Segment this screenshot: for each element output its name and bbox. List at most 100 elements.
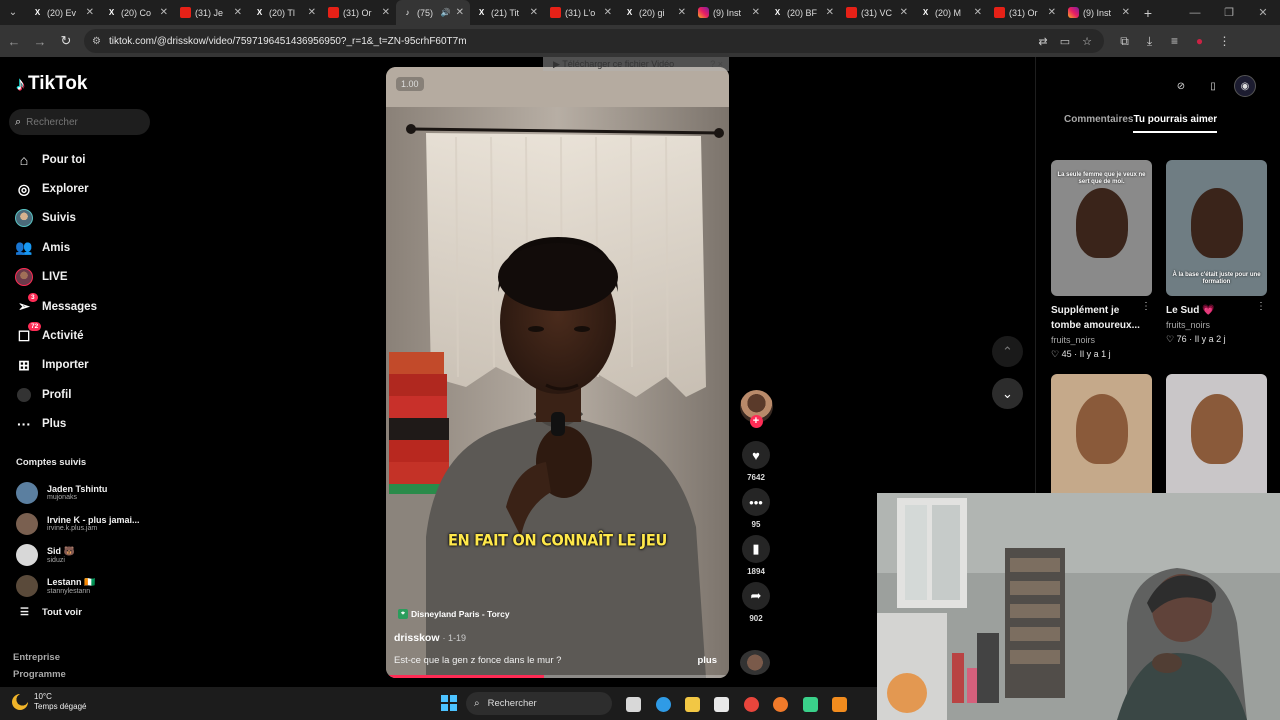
nav-item-profil[interactable]: Profil [14, 380, 97, 409]
card-menu-icon[interactable]: ⋮ [1256, 301, 1266, 312]
footer-link-entreprise[interactable]: Entreprise [13, 649, 66, 666]
new-tab-icon[interactable]: + [1136, 5, 1160, 21]
close-tab-icon[interactable]: ✕ [974, 7, 982, 18]
weather-widget[interactable]: 10°C Temps dégagé [12, 692, 86, 712]
bookmark-icon[interactable]: ▮ [742, 535, 770, 563]
heart-icon[interactable]: ♥ [742, 441, 770, 469]
tab-comments[interactable]: Commentaires [1064, 114, 1133, 133]
close-tab-icon[interactable]: ✕ [1122, 7, 1130, 18]
recommended-video-card[interactable] [1051, 374, 1153, 510]
compass-tool-icon[interactable]: ⊘ [1170, 75, 1192, 97]
browser-tab[interactable]: (9) Inst ✕ [692, 0, 766, 25]
back-icon[interactable]: ← [2, 29, 26, 53]
site-info-icon[interactable]: ⚙ [92, 36, 101, 47]
followed-account[interactable]: Jaden Tshintu mujonaks [16, 477, 140, 508]
browser-tab[interactable]: (31) VC ✕ [840, 0, 914, 25]
comment-action[interactable]: ••• 95 [738, 488, 774, 529]
taskbar-search[interactable]: ⌕ Rechercher [466, 692, 612, 715]
nav-item-messages[interactable]: ➢ 3 Messages [14, 292, 97, 321]
comment-icon[interactable]: ••• [742, 488, 770, 516]
recommended-video-card[interactable] [1166, 374, 1268, 510]
browser-tab[interactable]: X (20) Ev ✕ [26, 0, 100, 25]
video-thumbnail[interactable] [1051, 374, 1152, 510]
profile-icon[interactable]: ● [1187, 34, 1212, 49]
next-video-icon[interactable]: ⌄ [992, 378, 1023, 409]
browser-tab[interactable]: X (20) Co ✕ [100, 0, 174, 25]
footer-link-programme[interactable]: Programme [13, 666, 66, 683]
edge-icon[interactable] [648, 694, 677, 714]
video-player[interactable]: 1.00 EN FAIT ON CONNAÎT LE JEU ⌖ Disneyl… [386, 67, 729, 678]
menu-icon[interactable]: ⋮ [1212, 34, 1237, 49]
close-tab-icon[interactable]: ✕ [900, 7, 908, 18]
close-tab-icon[interactable]: ✕ [530, 7, 538, 18]
more-button[interactable]: plus [697, 655, 717, 666]
device-icon[interactable]: ▯ [1202, 75, 1224, 97]
user-avatar[interactable]: ◉ [1234, 75, 1256, 97]
like-action[interactable]: ♥ 7642 [738, 441, 774, 482]
search-input[interactable] [26, 116, 137, 128]
browser-tab[interactable]: (31) Je ✕ [174, 0, 248, 25]
close-tab-icon[interactable]: ✕ [604, 7, 612, 18]
windows-start-icon[interactable] [441, 695, 457, 711]
browser-tab[interactable]: X (21) Tit ✕ [470, 0, 544, 25]
chrome-icon[interactable] [737, 694, 766, 714]
extensions-icon[interactable]: ⧉ [1112, 34, 1137, 49]
close-tab-icon[interactable]: ✕ [160, 7, 168, 18]
video-author[interactable]: drisskow · 1-19 [394, 632, 466, 644]
search-box[interactable]: ⌕ [9, 109, 150, 135]
share-action[interactable]: ➦ 902 [738, 582, 774, 623]
forward-icon[interactable]: → [28, 29, 52, 53]
browser-tab[interactable]: ♪ (75) 🔊 ✕ [396, 0, 470, 25]
card-username[interactable]: fruits_noirs [1051, 335, 1153, 345]
nav-item-explorer[interactable]: ◎ Explorer [14, 174, 97, 203]
previous-video-icon[interactable]: ⌃ [992, 336, 1023, 367]
video-thumbnail[interactable] [1166, 374, 1267, 510]
tab-search-icon[interactable]: ⌄ [0, 0, 26, 25]
browser-tab[interactable]: (9) Inst ✕ [1062, 0, 1136, 25]
close-tab-icon[interactable]: ✕ [456, 7, 464, 18]
translate-icon[interactable]: ⇄ [1032, 35, 1054, 48]
close-tab-icon[interactable]: ✕ [234, 7, 242, 18]
close-window-icon[interactable]: ✕ [1246, 0, 1280, 25]
browser-tab[interactable]: X (20) gi ✕ [618, 0, 692, 25]
file-explorer-icon[interactable] [678, 694, 707, 714]
video-progress-bar[interactable] [386, 675, 729, 678]
browser-tab[interactable]: X (20) BF ✕ [766, 0, 840, 25]
download-icon[interactable]: ⤓ [1137, 34, 1162, 49]
recommended-video-card[interactable]: La seule femme que je veux ne sert que d… [1051, 160, 1153, 360]
cast-icon[interactable]: ▭ [1054, 35, 1076, 48]
close-tab-icon[interactable]: ✕ [308, 7, 316, 18]
share-icon[interactable]: ➦ [742, 582, 770, 610]
music-disc-icon[interactable] [740, 650, 770, 675]
card-menu-icon[interactable]: ⋮ [1141, 301, 1151, 312]
minimize-icon[interactable]: — [1178, 0, 1212, 25]
browser-tab[interactable]: X (20) Tl ✕ [248, 0, 322, 25]
tab-you-may-like[interactable]: Tu pourrais aimer [1133, 114, 1218, 133]
nav-item-suivis[interactable]: Suivis [14, 204, 97, 233]
address-bar[interactable]: ⚙ tiktok.com/@drisskow/video/75971964514… [84, 29, 1104, 53]
playback-speed[interactable]: 1.00 [396, 77, 424, 91]
task-view-icon[interactable] [619, 694, 648, 714]
recommended-video-card[interactable]: À la base c'était juste pour une formati… [1166, 160, 1268, 345]
close-tab-icon[interactable]: ✕ [678, 7, 686, 18]
video-thumbnail[interactable]: À la base c'était juste pour une formati… [1166, 160, 1267, 296]
nav-item-pourtoi[interactable]: ⌂ Pour toi [14, 145, 97, 174]
maximize-icon[interactable]: ❐ [1212, 0, 1246, 25]
follow-plus-icon[interactable]: + [749, 415, 763, 428]
followed-account[interactable]: Irvine K - plus jamai... irvine.k.plus.ja… [16, 508, 140, 539]
nav-item-importer[interactable]: ⊞ Importer [14, 351, 97, 380]
nav-item-amis[interactable]: 👥 Amis [14, 233, 97, 262]
creator-avatar[interactable]: + [739, 390, 773, 428]
download-video-banner[interactable]: ▶ Télécharger ce fichier Vidéo ? × [543, 57, 729, 71]
close-tab-icon[interactable]: ✕ [382, 7, 390, 18]
browser-tab[interactable]: (31) L'o ✕ [544, 0, 618, 25]
media-icon[interactable]: ≡ [1162, 34, 1187, 49]
browser-tab[interactable]: (31) Or ✕ [322, 0, 396, 25]
save-action[interactable]: ▮ 1894 [738, 535, 774, 576]
nav-item-activité[interactable]: ☐ 72 Activité [14, 321, 97, 350]
close-tab-icon[interactable]: ✕ [752, 7, 760, 18]
location-tag[interactable]: ⌖ Disneyland Paris - Torcy [398, 609, 510, 619]
reload-icon[interactable]: ↻ [54, 29, 78, 53]
audio-icon[interactable]: 🔊 [441, 8, 451, 17]
app-icon[interactable] [795, 694, 824, 714]
